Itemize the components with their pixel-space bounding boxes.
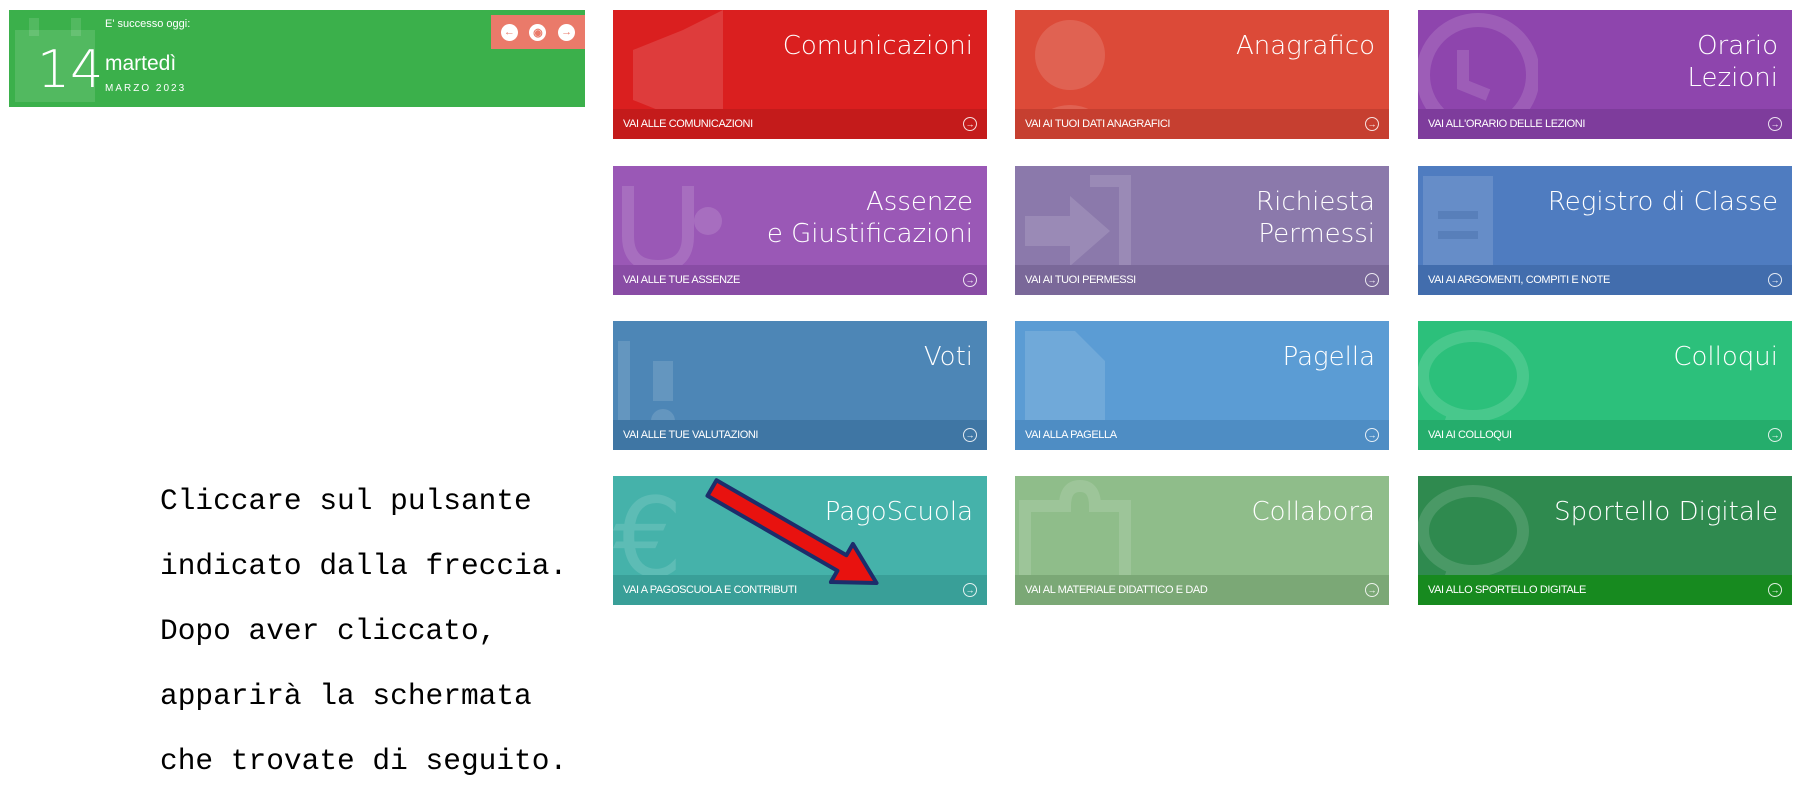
tile-title: Pagella	[1282, 342, 1375, 372]
tile-title: Collabora	[1251, 497, 1375, 527]
arrow-right-icon[interactable]: →	[1768, 117, 1782, 131]
tile-sportello-digitale[interactable]: Sportello Digitale VAI ALLO SPORTELLO DIG…	[1418, 476, 1792, 605]
arrow-right-icon[interactable]: →	[963, 583, 977, 597]
tile-comunicazioni[interactable]: Comunicazioni VAI ALLE COMUNICAZIONI →	[613, 10, 987, 139]
date-widget: E' successo oggi: 14 martedì MARZO 2023 …	[9, 10, 585, 107]
tile-link-label: VAI ALLA PAGELLA	[1025, 429, 1117, 441]
target-icon[interactable]: ◉	[529, 23, 547, 41]
arrow-right-icon[interactable]: →	[963, 117, 977, 131]
tile-collabora[interactable]: Collabora VAI AL MATERIALE DIDATTICO E DA…	[1015, 476, 1389, 605]
weekday-label: martedì	[105, 52, 177, 75]
tile-title: Voti	[923, 342, 973, 372]
tile-link-bar[interactable]: VAI AI COLLOQUI →	[1418, 420, 1792, 450]
tile-pagella[interactable]: Pagella VAI ALLA PAGELLA →	[1015, 321, 1389, 450]
tile-anagrafico[interactable]: Anagrafico VAI AI TUOI DATI ANAGRAFICI →	[1015, 10, 1389, 139]
tile-link-label: VAI AI ARGOMENTI, COMPITI E NOTE	[1428, 274, 1610, 286]
instruction-line: Cliccare sul pulsante	[160, 483, 532, 518]
tile-title-line: e Giustificazioni	[766, 219, 973, 249]
tile-voti[interactable]: Voti VAI ALLE TUE VALUTAZIONI →	[613, 321, 987, 450]
instruction-line: apparirà la schermata	[160, 678, 532, 713]
arrow-right-icon[interactable]: →	[1365, 583, 1379, 597]
tile-title-line: Assenze	[866, 187, 973, 217]
arrow-right-icon[interactable]: →	[1365, 273, 1379, 287]
tile-title: Registro di Classe	[1547, 187, 1778, 217]
tile-assenze-e-giustificazioni[interactable]: Assenze e Giustificazioni VAI ALLE TUE ASS…	[613, 166, 987, 295]
tile-title: Richiesta Permessi	[1256, 186, 1375, 250]
tile-link-bar[interactable]: VAI ALLE TUE VALUTAZIONI →	[613, 420, 987, 450]
tile-link-bar[interactable]: VAI ALL'ORARIO DELLE LEZIONI →	[1418, 109, 1792, 139]
tile-title-line: Lezioni	[1687, 63, 1778, 93]
arrow-right-icon[interactable]: →	[963, 428, 977, 442]
instruction-line: Dopo aver cliccato,	[160, 613, 497, 648]
tile-link-bar[interactable]: VAI ALLA PAGELLA →	[1015, 420, 1389, 450]
happened-today-label: E' successo oggi:	[105, 18, 191, 30]
arrow-right-icon[interactable]: →	[1768, 273, 1782, 287]
instruction-text: Cliccare sul pulsante indicato dalla fre…	[160, 452, 610, 810]
tile-link-label: VAI ALLE TUE VALUTAZIONI	[623, 429, 759, 441]
tile-link-label: VAI AI TUOI DATI ANAGRAFICI	[1025, 118, 1171, 130]
day-number: 14	[37, 40, 104, 100]
tile-richiesta-permessi[interactable]: Richiesta Permessi VAI AI TUOI PERMESSI →	[1015, 166, 1389, 295]
tile-link-bar[interactable]: VAI AI TUOI DATI ANAGRAFICI →	[1015, 109, 1389, 139]
arrow-right-icon[interactable]: →	[963, 273, 977, 287]
arrow-right-icon[interactable]: →	[1365, 428, 1379, 442]
tile-link-label: VAI ALLO SPORTELLO DIGITALE	[1428, 584, 1586, 596]
tile-link-bar[interactable]: VAI AI TUOI PERMESSI →	[1015, 265, 1389, 295]
tile-link-bar[interactable]: VAI AI ARGOMENTI, COMPITI E NOTE →	[1418, 265, 1792, 295]
tile-title-line: Orario	[1697, 31, 1778, 61]
tile-orario-lezioni[interactable]: Orario Lezioni VAI ALL'ORARIO DELLE LEZION…	[1418, 10, 1792, 139]
tile-link-bar[interactable]: VAI ALLO SPORTELLO DIGITALE →	[1418, 575, 1792, 605]
tile-title: Colloqui	[1673, 342, 1778, 372]
arrow-right-icon[interactable]: →	[1768, 428, 1782, 442]
tile-title: Comunicazioni	[782, 31, 973, 61]
tile-link-label: VAI ALLE COMUNICAZIONI	[623, 118, 753, 130]
tile-link-bar[interactable]: VAI AL MATERIALE DIDATTICO E DAD →	[1015, 575, 1389, 605]
date-nav: ← ◉ →	[491, 15, 585, 49]
tile-link-bar[interactable]: VAI ALLE COMUNICAZIONI →	[613, 109, 987, 139]
tile-link-bar[interactable]: VAI ALLE TUE ASSENZE →	[613, 265, 987, 295]
tile-colloqui[interactable]: Colloqui VAI AI COLLOQUI →	[1418, 321, 1792, 450]
instruction-line: indicato dalla freccia.	[160, 548, 568, 583]
tile-link-label: VAI AL MATERIALE DIDATTICO E DAD	[1025, 584, 1208, 596]
tile-title: Orario Lezioni	[1687, 30, 1778, 94]
tile-title: Assenze e Giustificazioni	[767, 186, 973, 250]
red-arrow-icon	[705, 478, 879, 585]
next-icon[interactable]: →	[558, 23, 576, 41]
tile-link-label: VAI ALL'ORARIO DELLE LEZIONI	[1428, 118, 1585, 130]
instruction-line: che trovate di seguito.	[160, 743, 568, 778]
arrow-right-icon[interactable]: →	[1768, 583, 1782, 597]
tile-registro-di-classe[interactable]: Registro di Classe VAI AI ARGOMENTI, COMP…	[1418, 166, 1792, 295]
tile-link-label: VAI AI COLLOQUI	[1428, 429, 1512, 441]
prev-icon[interactable]: ←	[500, 23, 518, 41]
tile-title: Anagrafico	[1235, 31, 1375, 61]
tile-link-label: VAI AI TUOI PERMESSI	[1025, 274, 1136, 286]
tile-title-line: Permessi	[1258, 219, 1375, 249]
tile-link-label: VAI ALLE TUE ASSENZE	[623, 274, 740, 286]
tile-title-line: Richiesta	[1256, 187, 1375, 217]
tile-title: Sportello Digitale	[1554, 497, 1778, 527]
arrow-right-icon[interactable]: →	[1365, 117, 1379, 131]
month-year-label: MARZO 2023	[105, 83, 187, 94]
